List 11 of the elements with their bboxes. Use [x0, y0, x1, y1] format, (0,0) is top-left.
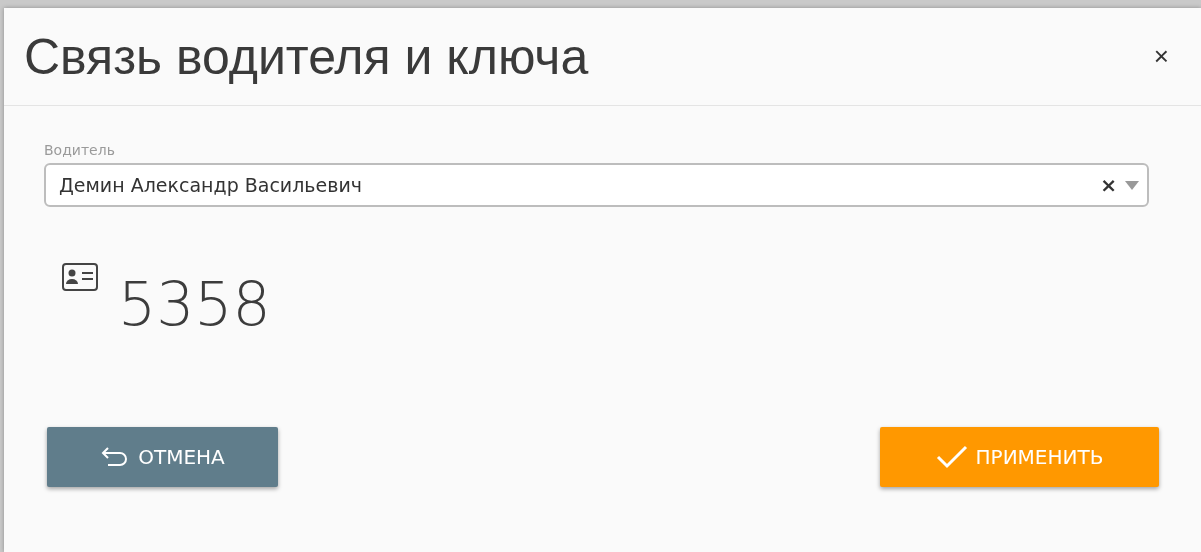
field-label: Водитель — [44, 142, 115, 158]
dialog-title: Связь водителя и ключа — [24, 27, 589, 86]
dropdown-caret-icon[interactable] — [1125, 180, 1139, 190]
clear-button[interactable]: × — [1100, 173, 1117, 197]
key-number: 5358 — [118, 269, 271, 339]
driver-select[interactable]: Демин Александр Васильевич × — [44, 163, 1149, 207]
id-card-icon — [62, 263, 98, 291]
check-icon — [935, 445, 968, 469]
cancel-button[interactable]: ОТМЕНА — [47, 427, 278, 487]
select-value: Демин Александр Васильевич — [59, 174, 363, 196]
close-button[interactable]: × — [1153, 41, 1169, 72]
